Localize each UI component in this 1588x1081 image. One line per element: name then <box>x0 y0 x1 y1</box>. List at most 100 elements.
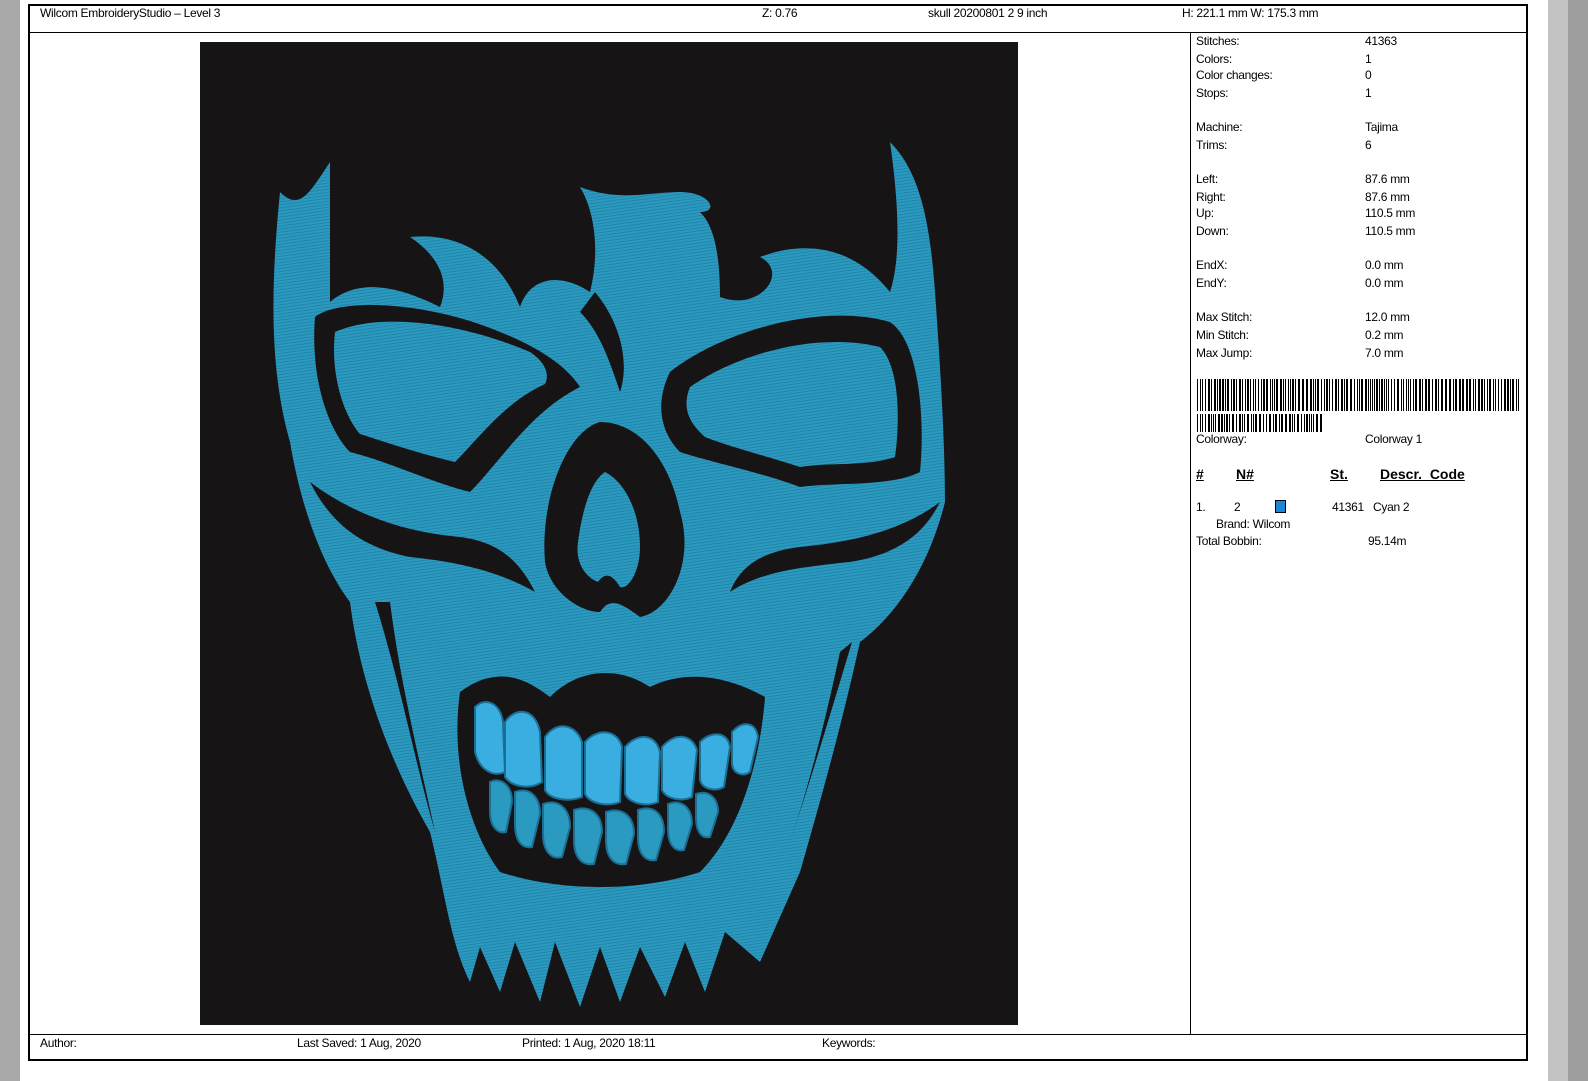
barcode-bar <box>1317 379 1319 411</box>
barcode-bar <box>1413 379 1414 411</box>
barcode-bar <box>1306 414 1308 432</box>
barcode-bar <box>1269 414 1271 432</box>
barcode-bar <box>1453 379 1454 411</box>
machine-value: Tajima <box>1365 120 1398 134</box>
color-row-brand: Brand: Wilcom <box>1216 517 1291 531</box>
barcode-bar <box>1217 379 1218 411</box>
barcode-bar <box>1410 379 1411 411</box>
barcode-bar <box>1274 379 1275 411</box>
max-stitch-value: 12.0 mm <box>1365 310 1410 324</box>
barcode-bar <box>1332 379 1333 411</box>
min-stitch-value: 0.2 mm <box>1365 328 1404 342</box>
total-bobbin-label: Total Bobbin: <box>1196 534 1262 548</box>
endy-label: EndY: <box>1196 276 1227 290</box>
barcode-bar <box>1498 379 1499 411</box>
barcode-bar <box>1313 379 1314 411</box>
barcode-bar <box>1231 379 1232 411</box>
colorway-label: Colorway: <box>1196 432 1247 446</box>
barcode-bar <box>1272 379 1273 411</box>
window-edge <box>1568 0 1588 1081</box>
barcode-bar <box>1224 414 1225 432</box>
barcode-bar <box>1415 379 1417 411</box>
barcode-bar <box>1372 379 1373 411</box>
col-header-stitches: St. <box>1330 466 1348 482</box>
right-label: Right: <box>1196 190 1226 204</box>
barcode-bar <box>1302 379 1304 411</box>
barcode-bar <box>1202 379 1203 411</box>
barcode-bar <box>1261 379 1262 411</box>
barcode-bar <box>1484 379 1485 411</box>
barcode-bar <box>1346 379 1348 411</box>
barcode-bar <box>1263 414 1264 432</box>
barcode-bar <box>1489 379 1491 411</box>
barcode-bar <box>1394 379 1395 411</box>
barcode-bar <box>1280 379 1282 411</box>
barcode-bar <box>1321 379 1322 411</box>
barcode-bar <box>1419 379 1421 411</box>
barcode-bar <box>1309 414 1310 432</box>
barcode-bar <box>1501 379 1502 411</box>
barcode-bar <box>1306 379 1308 411</box>
barcode-bar <box>1315 379 1316 411</box>
barcode-bar <box>1266 379 1268 411</box>
color-row-index: 1. <box>1196 500 1206 514</box>
barcode-bar <box>1368 379 1369 411</box>
barcode-bar <box>1253 379 1254 411</box>
barcode-bar <box>1401 379 1402 411</box>
barcode-bar <box>1326 379 1328 411</box>
barcode-bar <box>1475 379 1476 411</box>
barcode-bar <box>1211 379 1212 411</box>
trims-value: 6 <box>1365 138 1372 152</box>
file-name: skull 20200801 2 9 inch <box>928 6 1048 20</box>
barcode-bar <box>1255 379 1256 411</box>
barcode-bar <box>1222 379 1224 411</box>
barcode-bar <box>1219 379 1221 411</box>
barcode-bar <box>1208 414 1210 432</box>
keywords-field: Keywords: <box>822 1036 876 1050</box>
barcode-bar <box>1462 379 1464 411</box>
app-title: Wilcom EmbroideryStudio – Level 3 <box>40 6 221 20</box>
barcode-bar <box>1374 379 1375 411</box>
barcode-bar <box>1283 379 1284 411</box>
barcode-bar <box>1428 379 1430 411</box>
barcode-bar <box>1311 414 1312 432</box>
barcode-bar <box>1301 414 1302 432</box>
barcode-bar <box>1208 379 1210 411</box>
thread-color-swatch <box>1275 500 1286 513</box>
barcode-bar <box>1512 379 1514 411</box>
barcode-bar <box>1297 414 1299 432</box>
barcode-bar <box>1205 379 1206 411</box>
barcode-bar <box>1365 379 1367 411</box>
skull-embroidery-image <box>273 142 945 1007</box>
barcode-bar <box>1422 379 1423 411</box>
colors-label: Colors: <box>1196 52 1232 66</box>
up-value: 110.5 mm <box>1365 206 1416 220</box>
barcode-bar <box>1200 414 1201 432</box>
stitches-label: Stitches: <box>1196 34 1240 48</box>
col-header-index: # <box>1196 466 1204 482</box>
barcode-bar <box>1239 379 1241 411</box>
barcode-bar <box>1329 379 1330 411</box>
barcode-bar <box>1310 379 1312 411</box>
barcode-bar <box>1275 414 1277 432</box>
barcode-bar <box>1449 379 1451 411</box>
barcode-bar <box>1425 379 1427 411</box>
stops-label: Stops: <box>1196 86 1229 100</box>
barcode-bar <box>1292 379 1294 411</box>
barcode-bar <box>1213 414 1214 432</box>
barcode-bar <box>1354 379 1355 411</box>
barcode-bar <box>1215 414 1216 432</box>
barcode-bar <box>1403 379 1404 411</box>
barcode-bar <box>1445 379 1447 411</box>
barcode-bar <box>1229 414 1230 432</box>
total-bobbin-value: 95.14m <box>1368 534 1407 548</box>
down-label: Down: <box>1196 224 1229 238</box>
barcode-bar <box>1226 414 1228 432</box>
barcode-bar <box>1481 379 1483 411</box>
min-stitch-label: Min Stitch: <box>1196 328 1249 342</box>
barcode-bar <box>1459 379 1461 411</box>
endy-value: 0.0 mm <box>1365 276 1404 290</box>
trims-label: Trims: <box>1196 138 1228 152</box>
barcode-bar <box>1487 379 1488 411</box>
barcode-bar <box>1225 379 1226 411</box>
